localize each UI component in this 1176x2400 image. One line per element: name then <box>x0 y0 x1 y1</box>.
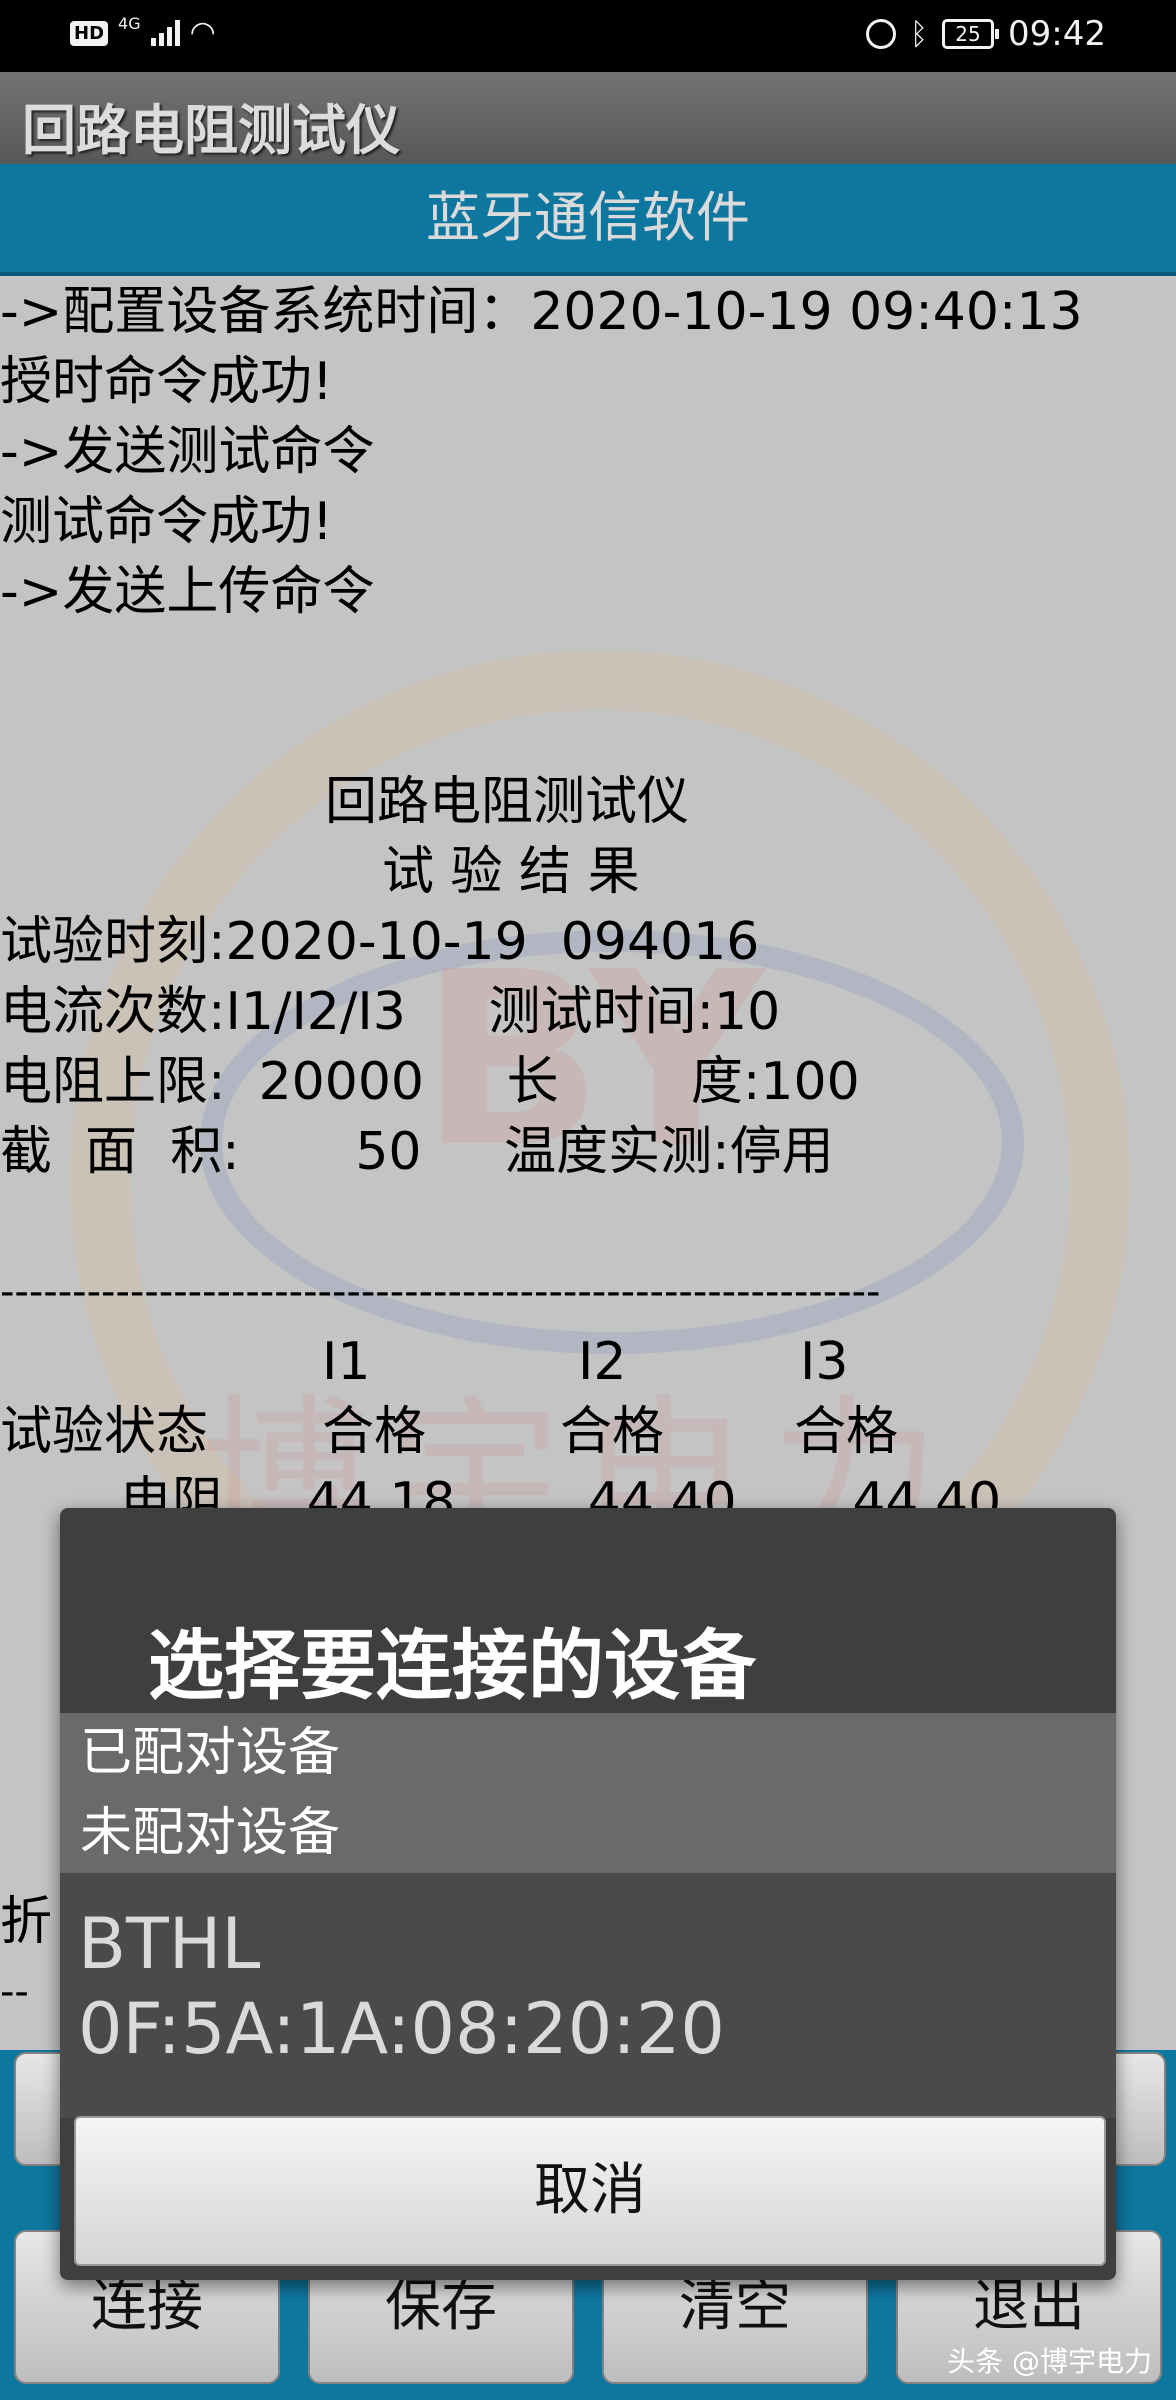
device-select-dialog: 选择要连接的设备 已配对设备 未配对设备 BTHL 0F:5A:1A:08:20… <box>60 1508 1116 2280</box>
cancel-button[interactable]: 取消 <box>74 2116 1106 2266</box>
unpaired-devices-item[interactable]: 未配对设备 <box>80 1793 340 1873</box>
device-category-list: 已配对设备 未配对设备 <box>60 1713 1116 1873</box>
dialog-title: 选择要连接的设备 <box>148 1621 756 1710</box>
paired-devices-item[interactable]: 已配对设备 <box>80 1713 340 1793</box>
device-name: BTHL <box>78 1903 261 1985</box>
device-list-item[interactable]: BTHL 0F:5A:1A:08:20:20 <box>60 1873 1116 2118</box>
device-address: 0F:5A:1A:08:20:20 <box>78 1988 725 2070</box>
credit-watermark: 头条 @博宇电力 <box>947 2345 1152 2378</box>
